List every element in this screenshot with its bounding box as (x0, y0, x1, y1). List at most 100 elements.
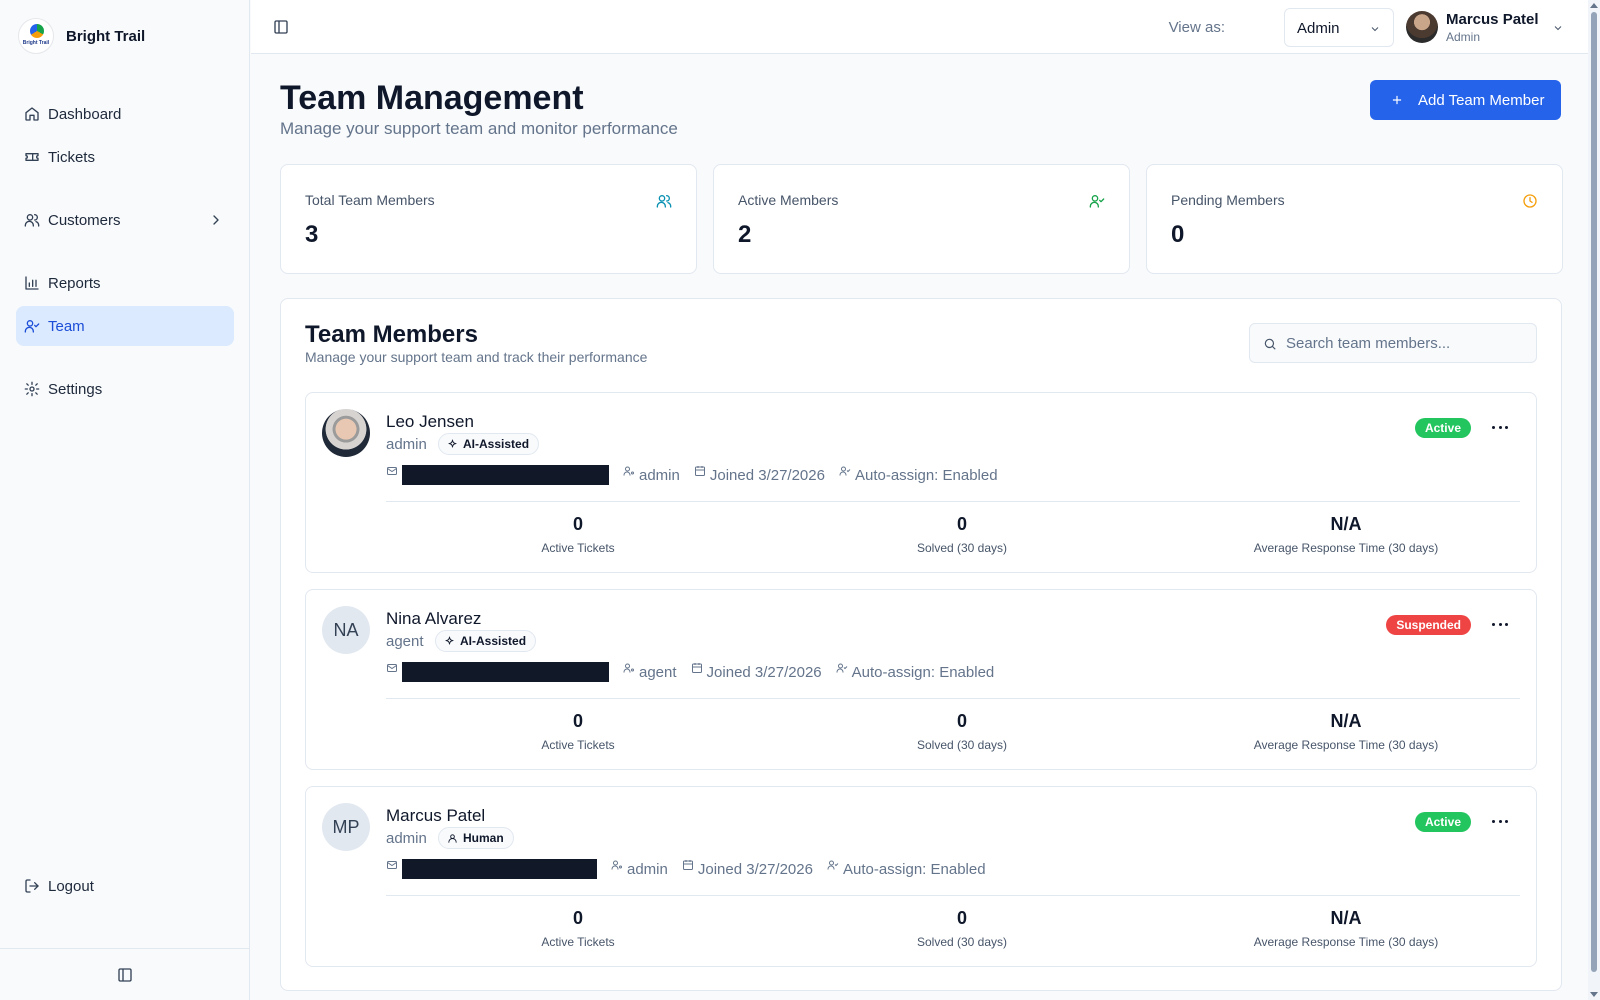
member-name: Leo Jensen (386, 412, 474, 431)
avatar: MP (322, 803, 370, 851)
member-auto-assign: Auto-assign: Enabled (827, 860, 986, 878)
sidebar-item-settings[interactable]: Settings (16, 369, 234, 409)
stat-card-active-members: Active Members 2 (713, 164, 1130, 274)
stat-card-total-members: Total Team Members 3 (280, 164, 697, 274)
stat-label: Total Team Members (305, 192, 435, 208)
member-stat-active-tickets: 0 Active Tickets (541, 711, 615, 752)
sidebar-item-label: Customers (48, 211, 121, 229)
search-box (1249, 323, 1537, 363)
sparkles-icon (448, 438, 457, 448)
user-menu[interactable]: Marcus Patel Admin (1406, 10, 1564, 46)
member-stat-solved: 0 Solved (30 days) (916, 711, 1008, 752)
member-joined: Joined 3/27/2026 (682, 860, 813, 878)
add-button-label: Add Team Member (1418, 91, 1545, 109)
brand-name: Bright Trail (66, 27, 146, 45)
sidebar-item-dashboard[interactable]: Dashboard (16, 94, 234, 134)
sidebar: Bright Trail Bright Trail Dashboard Tick… (0, 0, 250, 1000)
member-stat-avg-response: N/A Average Response Time (30 days) (1253, 711, 1439, 752)
page-title: Team Management (280, 79, 584, 117)
member-name: Nina Alvarez (386, 609, 482, 628)
member-email (386, 465, 609, 485)
member-stat-solved: 0 Solved (30 days) (916, 514, 1008, 555)
sidebar-item-tickets[interactable]: Tickets (16, 137, 234, 177)
avatar (1406, 11, 1438, 43)
member-stat-avg-response: N/A Average Response Time (30 days) (1253, 908, 1439, 949)
member-card: NA Nina Alvarez agent AI-Assisted Suspen… (305, 589, 1537, 770)
search-input[interactable] (1286, 324, 1526, 362)
scroll-up-arrow[interactable] (1590, 3, 1598, 8)
user-check-icon (836, 663, 848, 673)
logout-label: Logout (48, 877, 94, 895)
divider (386, 698, 1520, 699)
sidebar-item-reports[interactable]: Reports (16, 263, 234, 303)
sidebar-item-label: Team (48, 317, 85, 335)
member-name: Marcus Patel (386, 806, 486, 825)
avatar (322, 409, 370, 457)
member-stat-active-tickets: 0 Active Tickets (541, 908, 615, 949)
user-check-icon (24, 320, 40, 333)
scroll-thumb[interactable] (1591, 12, 1597, 972)
sidebar-item-team[interactable]: Team (16, 306, 234, 346)
section-title: Team Members (305, 321, 478, 348)
member-role: agent (386, 633, 424, 650)
top-bar: View as: Admin Marcus Patel Admin (251, 0, 1588, 54)
view-as-select[interactable]: Admin (1284, 8, 1394, 47)
sidebar-toggle-button[interactable] (273, 19, 291, 37)
ticket-icon (25, 153, 39, 161)
brand-logo: Bright Trail (18, 18, 54, 54)
member-card: MP Marcus Patel admin Human Active admin… (305, 786, 1537, 967)
sidebar-item-customers[interactable]: Customers (16, 200, 234, 240)
divider (386, 895, 1520, 896)
gear-icon (24, 381, 40, 397)
member-meta: agent Joined 3/27/2026 Auto-assign: Enab… (386, 662, 994, 682)
bar-chart-icon (25, 276, 39, 290)
mail-icon (387, 467, 397, 475)
sidebar-footer (0, 948, 249, 1000)
member-joined: Joined 3/27/2026 (691, 663, 822, 681)
member-meta-role: admin (623, 466, 680, 484)
mail-icon (387, 861, 397, 869)
more-actions-button[interactable] (1492, 813, 1508, 829)
member-meta-role: admin (611, 860, 668, 878)
mail-icon (387, 664, 397, 672)
more-actions-button[interactable] (1492, 419, 1508, 435)
calendar-icon (682, 860, 693, 870)
view-as-value: Admin (1297, 20, 1340, 37)
add-team-member-button[interactable]: Add Team Member (1370, 80, 1561, 120)
page-subtitle: Manage your support team and monitor per… (280, 119, 678, 138)
member-auto-assign: Auto-assign: Enabled (836, 663, 994, 681)
user-check-icon (1089, 193, 1105, 209)
user-icon (448, 833, 457, 843)
scroll-down-arrow[interactable] (1590, 992, 1598, 997)
chevron-right-icon (213, 215, 219, 225)
panel-left-icon (274, 20, 288, 34)
member-role: admin (386, 830, 427, 847)
member-meta: admin Joined 3/27/2026 Auto-assign: Enab… (386, 859, 986, 879)
brand[interactable]: Bright Trail Bright Trail (18, 18, 145, 54)
member-meta: admin Joined 3/27/2026 Auto-assign: Enab… (386, 465, 998, 485)
member-type-badge: AI-Assisted (435, 630, 537, 652)
member-email (386, 859, 597, 879)
user-check-icon (839, 466, 851, 476)
member-card: Leo Jensen admin AI-Assisted Active admi… (305, 392, 1537, 573)
member-role: admin (386, 436, 427, 453)
chevron-down-icon (1371, 27, 1379, 32)
sidebar-collapse-icon[interactable] (117, 967, 133, 983)
home-icon (25, 107, 39, 121)
section-subtitle: Manage your support team and track their… (305, 349, 648, 365)
sidebar-item-label: Settings (48, 380, 103, 398)
divider (386, 501, 1520, 502)
scrollbar[interactable] (1588, 0, 1600, 1000)
users-icon (24, 214, 40, 227)
user-cog-icon (623, 466, 634, 476)
redacted-email (402, 859, 597, 879)
redacted-email (402, 662, 609, 682)
logout-button[interactable]: Logout (16, 866, 234, 906)
stat-value: 3 (305, 221, 319, 248)
stat-value: 0 (1171, 221, 1185, 248)
more-actions-button[interactable] (1492, 616, 1508, 632)
member-joined: Joined 3/27/2026 (694, 466, 825, 484)
chevron-down-icon (1554, 26, 1562, 31)
member-auto-assign: Auto-assign: Enabled (839, 466, 998, 484)
member-stat-active-tickets: 0 Active Tickets (541, 514, 615, 555)
